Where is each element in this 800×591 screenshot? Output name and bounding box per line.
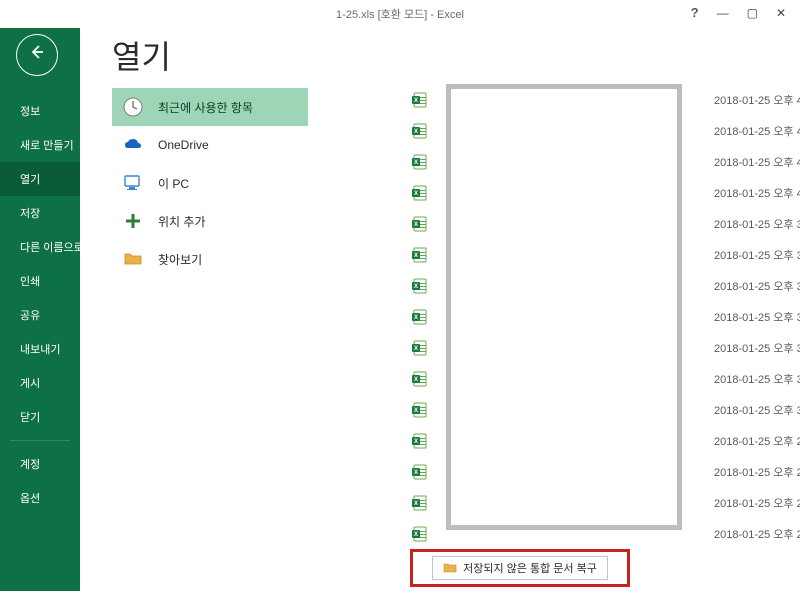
svg-text:X: X bbox=[414, 253, 418, 259]
excel-file-icon: X bbox=[410, 90, 430, 110]
svg-text:X: X bbox=[414, 129, 418, 135]
clock-icon bbox=[122, 96, 144, 118]
excel-file-icon: X bbox=[410, 524, 430, 544]
svg-text:X: X bbox=[414, 532, 418, 538]
file-date: 2018-01-25 오후 3:31 bbox=[714, 402, 800, 418]
file-date: 2018-01-25 오후 2:18 bbox=[714, 526, 800, 542]
backstage-sidebar: 정보 새로 만들기 열기 저장 다른 이름으로 저장 인쇄 공유 내보내기 게시… bbox=[0, 28, 80, 591]
excel-file-icon: X bbox=[410, 493, 430, 513]
folder-icon bbox=[122, 248, 144, 270]
file-date: 2018-01-25 오후 4:08 bbox=[714, 154, 800, 170]
sidebar-item-publish[interactable]: 게시 bbox=[0, 366, 80, 400]
svg-text:X: X bbox=[414, 439, 418, 445]
file-date: 2018-01-25 오후 4:01 bbox=[714, 185, 800, 201]
sidebar-item-account[interactable]: 계정 bbox=[0, 447, 80, 481]
excel-file-icon: X bbox=[410, 152, 430, 172]
place-label: 위치 추가 bbox=[158, 213, 206, 230]
file-list-container: X 2018-01-25 오후 4:41 X 2018-01-25 오후 4:08 X 2… bbox=[410, 84, 800, 562]
recover-highlight: 저장되지 않은 통합 문서 복구 bbox=[410, 549, 630, 587]
back-arrow-icon bbox=[28, 43, 46, 67]
svg-text:X: X bbox=[414, 222, 418, 228]
file-date: 2018-01-25 오후 3:56 bbox=[714, 278, 800, 294]
file-list: X 2018-01-25 오후 4:41 X 2018-01-25 오후 4:08 X 2… bbox=[410, 84, 800, 544]
file-date: 2018-01-25 오후 2:18 bbox=[714, 495, 800, 511]
excel-file-icon: X bbox=[410, 183, 430, 203]
place-onedrive[interactable]: OneDrive bbox=[112, 126, 308, 164]
svg-text:X: X bbox=[414, 470, 418, 476]
excel-file-icon: X bbox=[410, 245, 430, 265]
sidebar-item-info[interactable]: 정보 bbox=[0, 94, 80, 128]
file-date: 2018-01-25 오후 3:58 bbox=[714, 247, 800, 263]
svg-text:X: X bbox=[414, 284, 418, 290]
places-list: 최근에 사용한 항목 OneDrive 이 PC 위치 추가 bbox=[112, 88, 308, 278]
sidebar-item-save[interactable]: 저장 bbox=[0, 196, 80, 230]
file-date: 2018-01-25 오후 4:41 bbox=[714, 92, 800, 108]
file-date: 2018-01-25 오후 3:59 bbox=[714, 216, 800, 232]
page-title: 열기 bbox=[112, 32, 171, 78]
file-preview bbox=[446, 84, 682, 530]
svg-text:X: X bbox=[414, 377, 418, 383]
place-browse[interactable]: 찾아보기 bbox=[112, 240, 308, 278]
cloud-icon bbox=[122, 134, 144, 156]
excel-file-icon: X bbox=[410, 276, 430, 296]
place-thispc[interactable]: 이 PC bbox=[112, 164, 308, 202]
place-label: 이 PC bbox=[158, 175, 189, 192]
svg-text:X: X bbox=[414, 408, 418, 414]
sidebar-item-open[interactable]: 열기 bbox=[0, 162, 80, 196]
sidebar-item-saveas[interactable]: 다른 이름으로 저장 bbox=[0, 230, 80, 264]
svg-text:X: X bbox=[414, 346, 418, 352]
place-addlocation[interactable]: 위치 추가 bbox=[112, 202, 308, 240]
place-label: 최근에 사용한 항목 bbox=[158, 99, 253, 116]
excel-file-icon: X bbox=[410, 400, 430, 420]
svg-text:X: X bbox=[414, 315, 418, 321]
file-date: 2018-01-25 오후 2:48 bbox=[714, 433, 800, 449]
sidebar-item-print[interactable]: 인쇄 bbox=[0, 264, 80, 298]
sidebar-item-new[interactable]: 새로 만들기 bbox=[0, 128, 80, 162]
file-date: 2018-01-25 오후 3:31 bbox=[714, 371, 800, 387]
minimize-icon[interactable]: — bbox=[717, 7, 729, 19]
plus-icon bbox=[122, 210, 144, 232]
window-controls: ? — ▢ ✕ bbox=[691, 0, 800, 19]
back-button[interactable] bbox=[16, 34, 58, 76]
file-date: 2018-01-25 오후 3:31 bbox=[714, 340, 800, 356]
sidebar-item-close[interactable]: 닫기 bbox=[0, 400, 80, 434]
excel-file-icon: X bbox=[410, 307, 430, 327]
excel-file-icon: X bbox=[410, 431, 430, 451]
sidebar-separator bbox=[10, 440, 70, 441]
excel-file-icon: X bbox=[410, 214, 430, 234]
svg-text:X: X bbox=[414, 191, 418, 197]
place-label: OneDrive bbox=[158, 138, 209, 152]
close-icon[interactable]: ✕ bbox=[776, 7, 786, 19]
maximize-icon[interactable]: ▢ bbox=[747, 7, 758, 19]
sidebar-item-share[interactable]: 공유 bbox=[0, 298, 80, 332]
file-date: 2018-01-25 오후 2:43 bbox=[714, 464, 800, 480]
recover-unsaved-button[interactable]: 저장되지 않은 통합 문서 복구 bbox=[432, 556, 608, 580]
excel-file-icon: X bbox=[410, 338, 430, 358]
sidebar-item-export[interactable]: 내보내기 bbox=[0, 332, 80, 366]
svg-text:X: X bbox=[414, 501, 418, 507]
svg-text:X: X bbox=[414, 98, 418, 104]
sidebar-nav: 정보 새로 만들기 열기 저장 다른 이름으로 저장 인쇄 공유 내보내기 게시… bbox=[0, 94, 80, 515]
help-icon[interactable]: ? bbox=[691, 6, 699, 19]
svg-text:X: X bbox=[414, 160, 418, 166]
sidebar-item-options[interactable]: 옵션 bbox=[0, 481, 80, 515]
titlebar: 1-25.xls [호환 모드] - Excel ? — ▢ ✕ bbox=[0, 0, 800, 28]
excel-file-icon: X bbox=[410, 369, 430, 389]
folder-icon bbox=[443, 563, 457, 573]
content-area: 열기 최근에 사용한 항목 OneDrive 이 PC bbox=[80, 28, 800, 591]
place-label: 찾아보기 bbox=[158, 251, 202, 268]
file-date: 2018-01-25 오후 3:32 bbox=[714, 309, 800, 325]
window-title: 1-25.xls [호환 모드] - Excel bbox=[336, 6, 464, 22]
recover-label: 저장되지 않은 통합 문서 복구 bbox=[463, 560, 597, 576]
pc-icon bbox=[122, 172, 144, 194]
place-recent[interactable]: 최근에 사용한 항목 bbox=[112, 88, 308, 126]
excel-file-icon: X bbox=[410, 462, 430, 482]
excel-file-icon: X bbox=[410, 121, 430, 141]
file-date: 2018-01-25 오후 4:08 bbox=[714, 123, 800, 139]
